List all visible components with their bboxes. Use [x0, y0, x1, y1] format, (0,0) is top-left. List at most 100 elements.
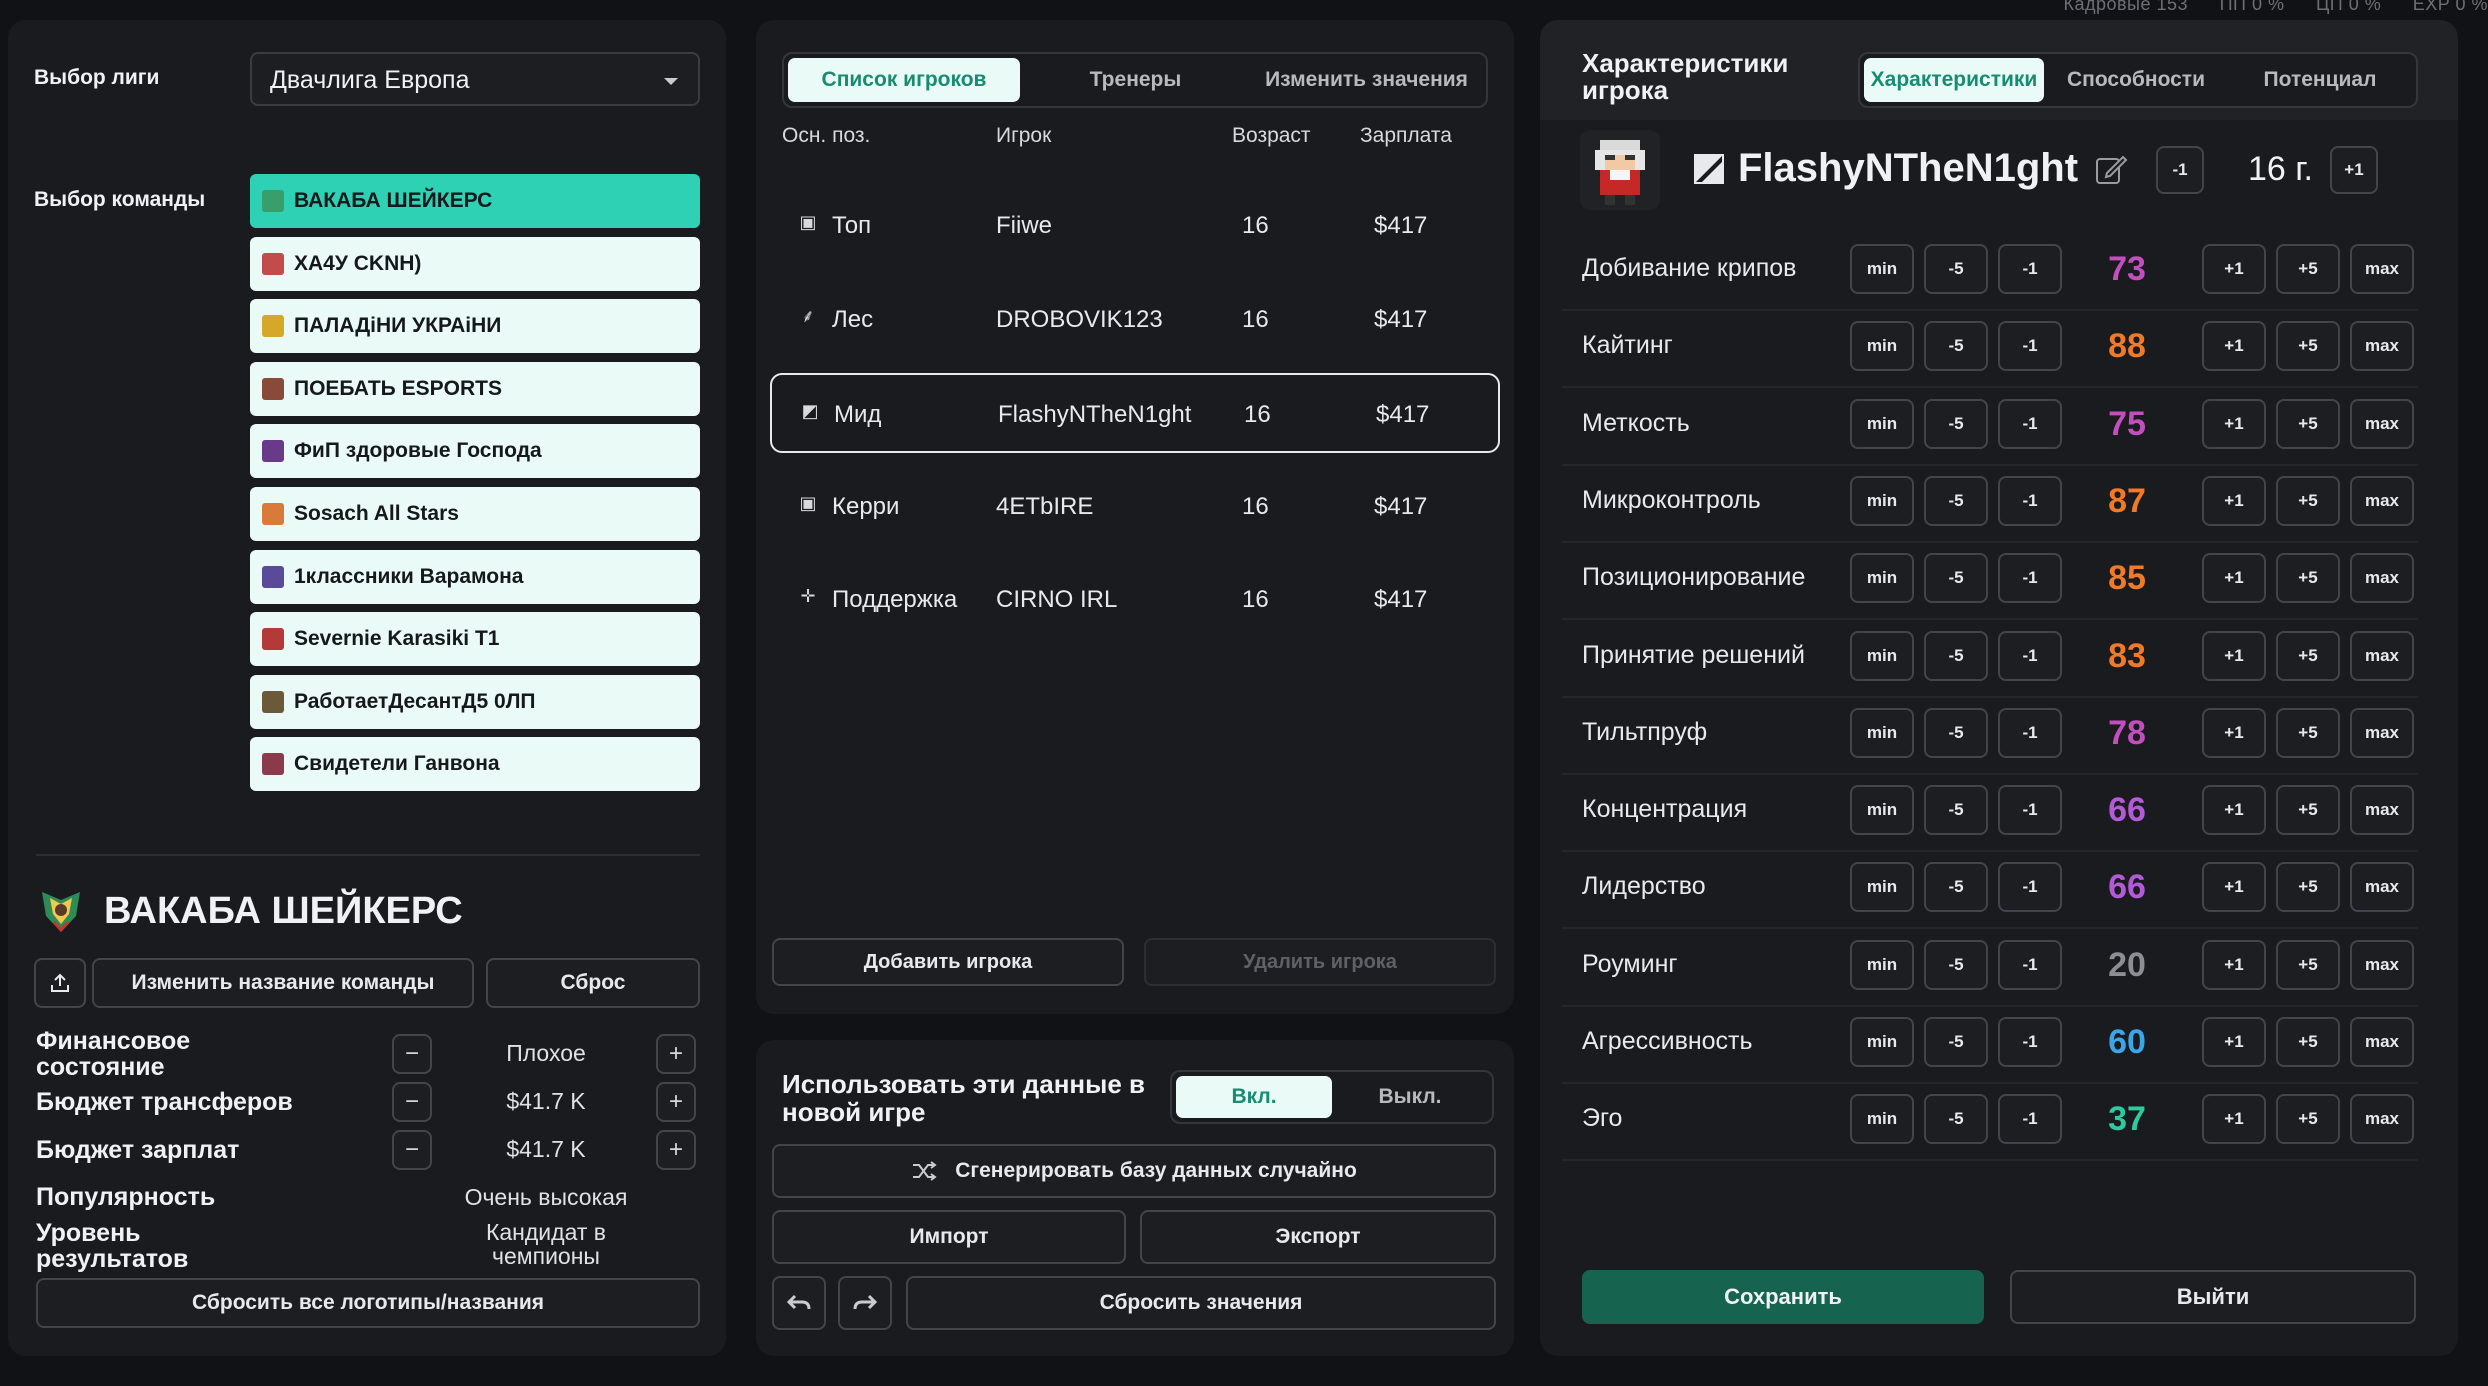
stat-minus1-button[interactable]: -1: [1998, 475, 2062, 526]
stat-plus1-button[interactable]: +1: [2202, 785, 2266, 836]
stat-min-button[interactable]: min: [1850, 1017, 1914, 1067]
stat-minus1-button[interactable]: -1: [1998, 862, 2062, 913]
stat-max-button[interactable]: max: [2350, 1017, 2414, 1067]
stat-max-button[interactable]: max: [2350, 785, 2414, 836]
stat-minus1-button[interactable]: -1: [1998, 630, 2062, 681]
stat-plus1-button[interactable]: +1: [2202, 398, 2266, 449]
stat-minus1-button[interactable]: -1: [1998, 1094, 2062, 1145]
stat-min-button[interactable]: min: [1850, 475, 1914, 526]
stat-plus5-button[interactable]: +5: [2276, 1094, 2340, 1145]
stat-plus1-button[interactable]: +1: [2202, 1017, 2266, 1067]
stat-max-button[interactable]: max: [2350, 553, 2414, 604]
save-button[interactable]: Сохранить: [1582, 1270, 1984, 1324]
stat-plus5-button[interactable]: +5: [2276, 244, 2340, 294]
stat-plus5-button[interactable]: +5: [2276, 1017, 2340, 1067]
stat-plus1-button[interactable]: +1: [2202, 1094, 2266, 1145]
finance-decrease-button[interactable]: −: [392, 1034, 432, 1074]
stat-plus5-button[interactable]: +5: [2276, 553, 2340, 604]
stat-minus1-button[interactable]: -1: [1998, 1017, 2062, 1067]
stat-max-button[interactable]: max: [2350, 630, 2414, 681]
remove-player-button[interactable]: Удалить игрока: [1144, 938, 1496, 986]
stat-minus5-button[interactable]: -5: [1924, 398, 1988, 449]
stat-plus1-button[interactable]: +1: [2202, 321, 2266, 372]
stat-plus1-button[interactable]: +1: [2202, 939, 2266, 990]
edit-icon[interactable]: [2094, 152, 2128, 186]
stat-minus1-button[interactable]: -1: [1998, 398, 2062, 449]
tab-abilities[interactable]: Способности: [2044, 58, 2228, 102]
transfer-decrease-button[interactable]: −: [392, 1082, 432, 1122]
stat-minus1-button[interactable]: -1: [1998, 707, 2062, 758]
redo-button[interactable]: [838, 1276, 892, 1330]
reset-values-button[interactable]: Сбросить значения: [906, 1276, 1496, 1330]
stat-max-button[interactable]: max: [2350, 939, 2414, 990]
stat-plus1-button[interactable]: +1: [2202, 244, 2266, 294]
stat-minus5-button[interactable]: -5: [1924, 1094, 1988, 1145]
team-item[interactable]: Severnie Karasiki T1: [250, 612, 700, 667]
add-player-button[interactable]: Добавить игрока: [772, 938, 1124, 986]
team-item[interactable]: РаботаетДесантД5 0ЛП: [250, 674, 700, 729]
tab-coaches[interactable]: Тренеры: [1020, 58, 1251, 102]
stat-plus1-button[interactable]: +1: [2202, 707, 2266, 758]
stat-max-button[interactable]: max: [2350, 1094, 2414, 1145]
stat-minus1-button[interactable]: -1: [1998, 939, 2062, 990]
player-row[interactable]: ▣ Керри 4ETbIRE 16 $417: [770, 467, 1500, 547]
stat-min-button[interactable]: min: [1850, 398, 1914, 449]
stat-minus5-button[interactable]: -5: [1924, 862, 1988, 913]
stat-minus1-button[interactable]: -1: [1998, 244, 2062, 294]
stat-min-button[interactable]: min: [1850, 785, 1914, 836]
stat-plus1-button[interactable]: +1: [2202, 630, 2266, 681]
reset-all-logos-button[interactable]: Сбросить все логотипы/названия: [36, 1278, 700, 1328]
stat-max-button[interactable]: max: [2350, 244, 2414, 294]
stat-min-button[interactable]: min: [1850, 244, 1914, 294]
team-item[interactable]: Свидетели Ганвона: [250, 737, 700, 792]
export-button[interactable]: Экспорт: [1140, 1210, 1496, 1264]
tab-characteristics[interactable]: Характеристики: [1864, 58, 2044, 102]
stat-plus5-button[interactable]: +5: [2276, 398, 2340, 449]
team-item[interactable]: Sosach All Stars: [250, 486, 700, 541]
upload-logo-button[interactable]: [34, 958, 86, 1008]
stat-min-button[interactable]: min: [1850, 553, 1914, 604]
stat-max-button[interactable]: max: [2350, 707, 2414, 758]
stat-minus5-button[interactable]: -5: [1924, 707, 1988, 758]
player-row[interactable]: ▣ Топ Fiiwe 16 $417: [770, 186, 1500, 266]
rename-team-button[interactable]: Изменить название команды: [92, 958, 474, 1008]
stat-minus5-button[interactable]: -5: [1924, 785, 1988, 836]
tab-edit-values[interactable]: Изменить значения: [1251, 58, 1482, 102]
toggle-off[interactable]: Выкл.: [1332, 1076, 1488, 1118]
team-item[interactable]: 1классники Варамона: [250, 549, 700, 604]
stat-plus5-button[interactable]: +5: [2276, 862, 2340, 913]
salary-increase-button[interactable]: +: [656, 1130, 696, 1170]
stat-plus5-button[interactable]: +5: [2276, 707, 2340, 758]
stat-plus5-button[interactable]: +5: [2276, 785, 2340, 836]
undo-button[interactable]: [772, 1276, 826, 1330]
stat-min-button[interactable]: min: [1850, 630, 1914, 681]
stat-minus5-button[interactable]: -5: [1924, 1017, 1988, 1067]
finance-increase-button[interactable]: +: [656, 1034, 696, 1074]
age-increase-button[interactable]: +1: [2330, 146, 2378, 194]
exit-button[interactable]: Выйти: [2010, 1270, 2416, 1324]
transfer-increase-button[interactable]: +: [656, 1082, 696, 1122]
player-row[interactable]: ✛ Поддержка CIRNO IRL 16 $417: [770, 560, 1500, 640]
stat-minus1-button[interactable]: -1: [1998, 321, 2062, 372]
stat-minus5-button[interactable]: -5: [1924, 553, 1988, 604]
stat-max-button[interactable]: max: [2350, 862, 2414, 913]
stat-min-button[interactable]: min: [1850, 862, 1914, 913]
stat-plus5-button[interactable]: +5: [2276, 630, 2340, 681]
stat-minus1-button[interactable]: -1: [1998, 553, 2062, 604]
team-item[interactable]: ХА4У CKNH): [250, 236, 700, 291]
stat-minus5-button[interactable]: -5: [1924, 630, 1988, 681]
stat-min-button[interactable]: min: [1850, 1094, 1914, 1145]
stat-plus5-button[interactable]: +5: [2276, 939, 2340, 990]
player-row[interactable]: ⸙ Лес DROBOVIK123 16 $417: [770, 280, 1500, 360]
stat-plus5-button[interactable]: +5: [2276, 321, 2340, 372]
import-button[interactable]: Импорт: [772, 1210, 1126, 1264]
team-item[interactable]: ФиП здоровые Господа: [250, 424, 700, 479]
team-item[interactable]: ВАКАБА ШЕЙКЕРС: [250, 174, 700, 228]
tab-potential[interactable]: Потенциал: [2228, 58, 2412, 102]
tab-player-list[interactable]: Список игроков: [788, 58, 1020, 102]
stat-max-button[interactable]: max: [2350, 321, 2414, 372]
team-item[interactable]: ПАЛАДiНИ УКРАiНИ: [250, 299, 700, 354]
league-select[interactable]: Двачлига Европа: [250, 52, 700, 106]
stat-plus5-button[interactable]: +5: [2276, 475, 2340, 526]
age-decrease-button[interactable]: -1: [2156, 146, 2204, 194]
